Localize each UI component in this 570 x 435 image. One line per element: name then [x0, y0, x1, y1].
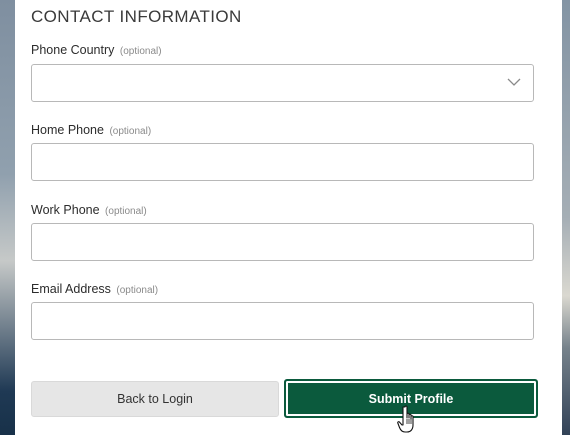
phone-country-label: Phone Country (optional)	[31, 43, 162, 57]
home-phone-label-text: Home Phone	[31, 123, 104, 137]
background-right-strip	[562, 0, 570, 435]
email-address-input[interactable]	[31, 302, 534, 340]
work-phone-label-text: Work Phone	[31, 203, 100, 217]
hand-pointer-icon	[397, 405, 414, 433]
work-phone-label: Work Phone (optional)	[31, 203, 147, 217]
home-phone-input[interactable]	[31, 143, 534, 181]
work-phone-input[interactable]	[31, 223, 534, 261]
background-left-strip	[0, 0, 16, 435]
email-address-optional-text: (optional)	[116, 285, 159, 296]
phone-country-label-text: Phone Country	[31, 43, 115, 57]
home-phone-optional-text: (optional)	[109, 126, 152, 137]
email-address-label-text: Email Address	[31, 282, 111, 296]
contact-form-panel: CONTACT INFORMATION Phone Country (optio…	[15, 0, 562, 435]
section-title: CONTACT INFORMATION	[31, 7, 242, 26]
home-phone-label: Home Phone (optional)	[31, 123, 151, 137]
phone-country-optional-text: (optional)	[119, 46, 162, 57]
email-address-label: Email Address (optional)	[31, 282, 158, 296]
back-to-login-button[interactable]: Back to Login	[31, 381, 279, 417]
work-phone-optional-text: (optional)	[105, 206, 147, 217]
phone-country-select[interactable]	[31, 64, 534, 102]
chevron-down-icon	[507, 78, 521, 86]
